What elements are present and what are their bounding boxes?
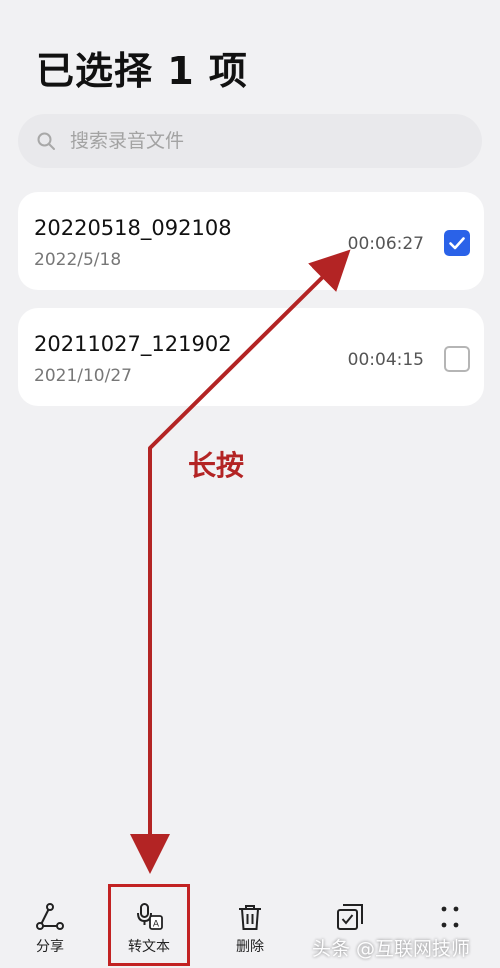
delete-button[interactable]: 删除 — [210, 880, 290, 968]
recording-date: 2021/10/27 — [34, 366, 132, 386]
recording-duration: 00:04:15 — [347, 350, 424, 370]
recording-duration: 00:06:27 — [347, 234, 424, 254]
search-input[interactable] — [68, 129, 482, 153]
share-button[interactable]: 分享 — [10, 880, 90, 968]
recording-item[interactable]: 20220518_092108 2022/5/18 00:06:27 — [18, 192, 484, 290]
select-all-icon — [335, 902, 365, 932]
recording-name: 20220518_092108 — [34, 216, 232, 240]
recording-name: 20211027_121902 — [34, 332, 232, 356]
recording-checkbox-checked[interactable] — [444, 230, 470, 256]
recording-item[interactable]: 20211027_121902 2021/10/27 00:04:15 — [18, 308, 484, 406]
recording-checkbox-unchecked[interactable] — [444, 346, 470, 372]
page-title: 已选择 1 项 — [36, 49, 248, 93]
watermark: 头条 @互联网技师 — [312, 938, 471, 960]
search-bar[interactable] — [18, 114, 482, 168]
annotation-label: 长按 — [188, 449, 245, 482]
check-icon — [449, 237, 465, 250]
highlight-box — [108, 884, 190, 966]
share-icon — [35, 902, 65, 932]
recording-date: 2022/5/18 — [34, 250, 122, 270]
delete-label: 删除 — [236, 939, 264, 955]
search-icon — [36, 131, 56, 151]
more-icon — [435, 902, 465, 932]
trash-icon — [235, 902, 265, 932]
share-label: 分享 — [36, 939, 64, 955]
